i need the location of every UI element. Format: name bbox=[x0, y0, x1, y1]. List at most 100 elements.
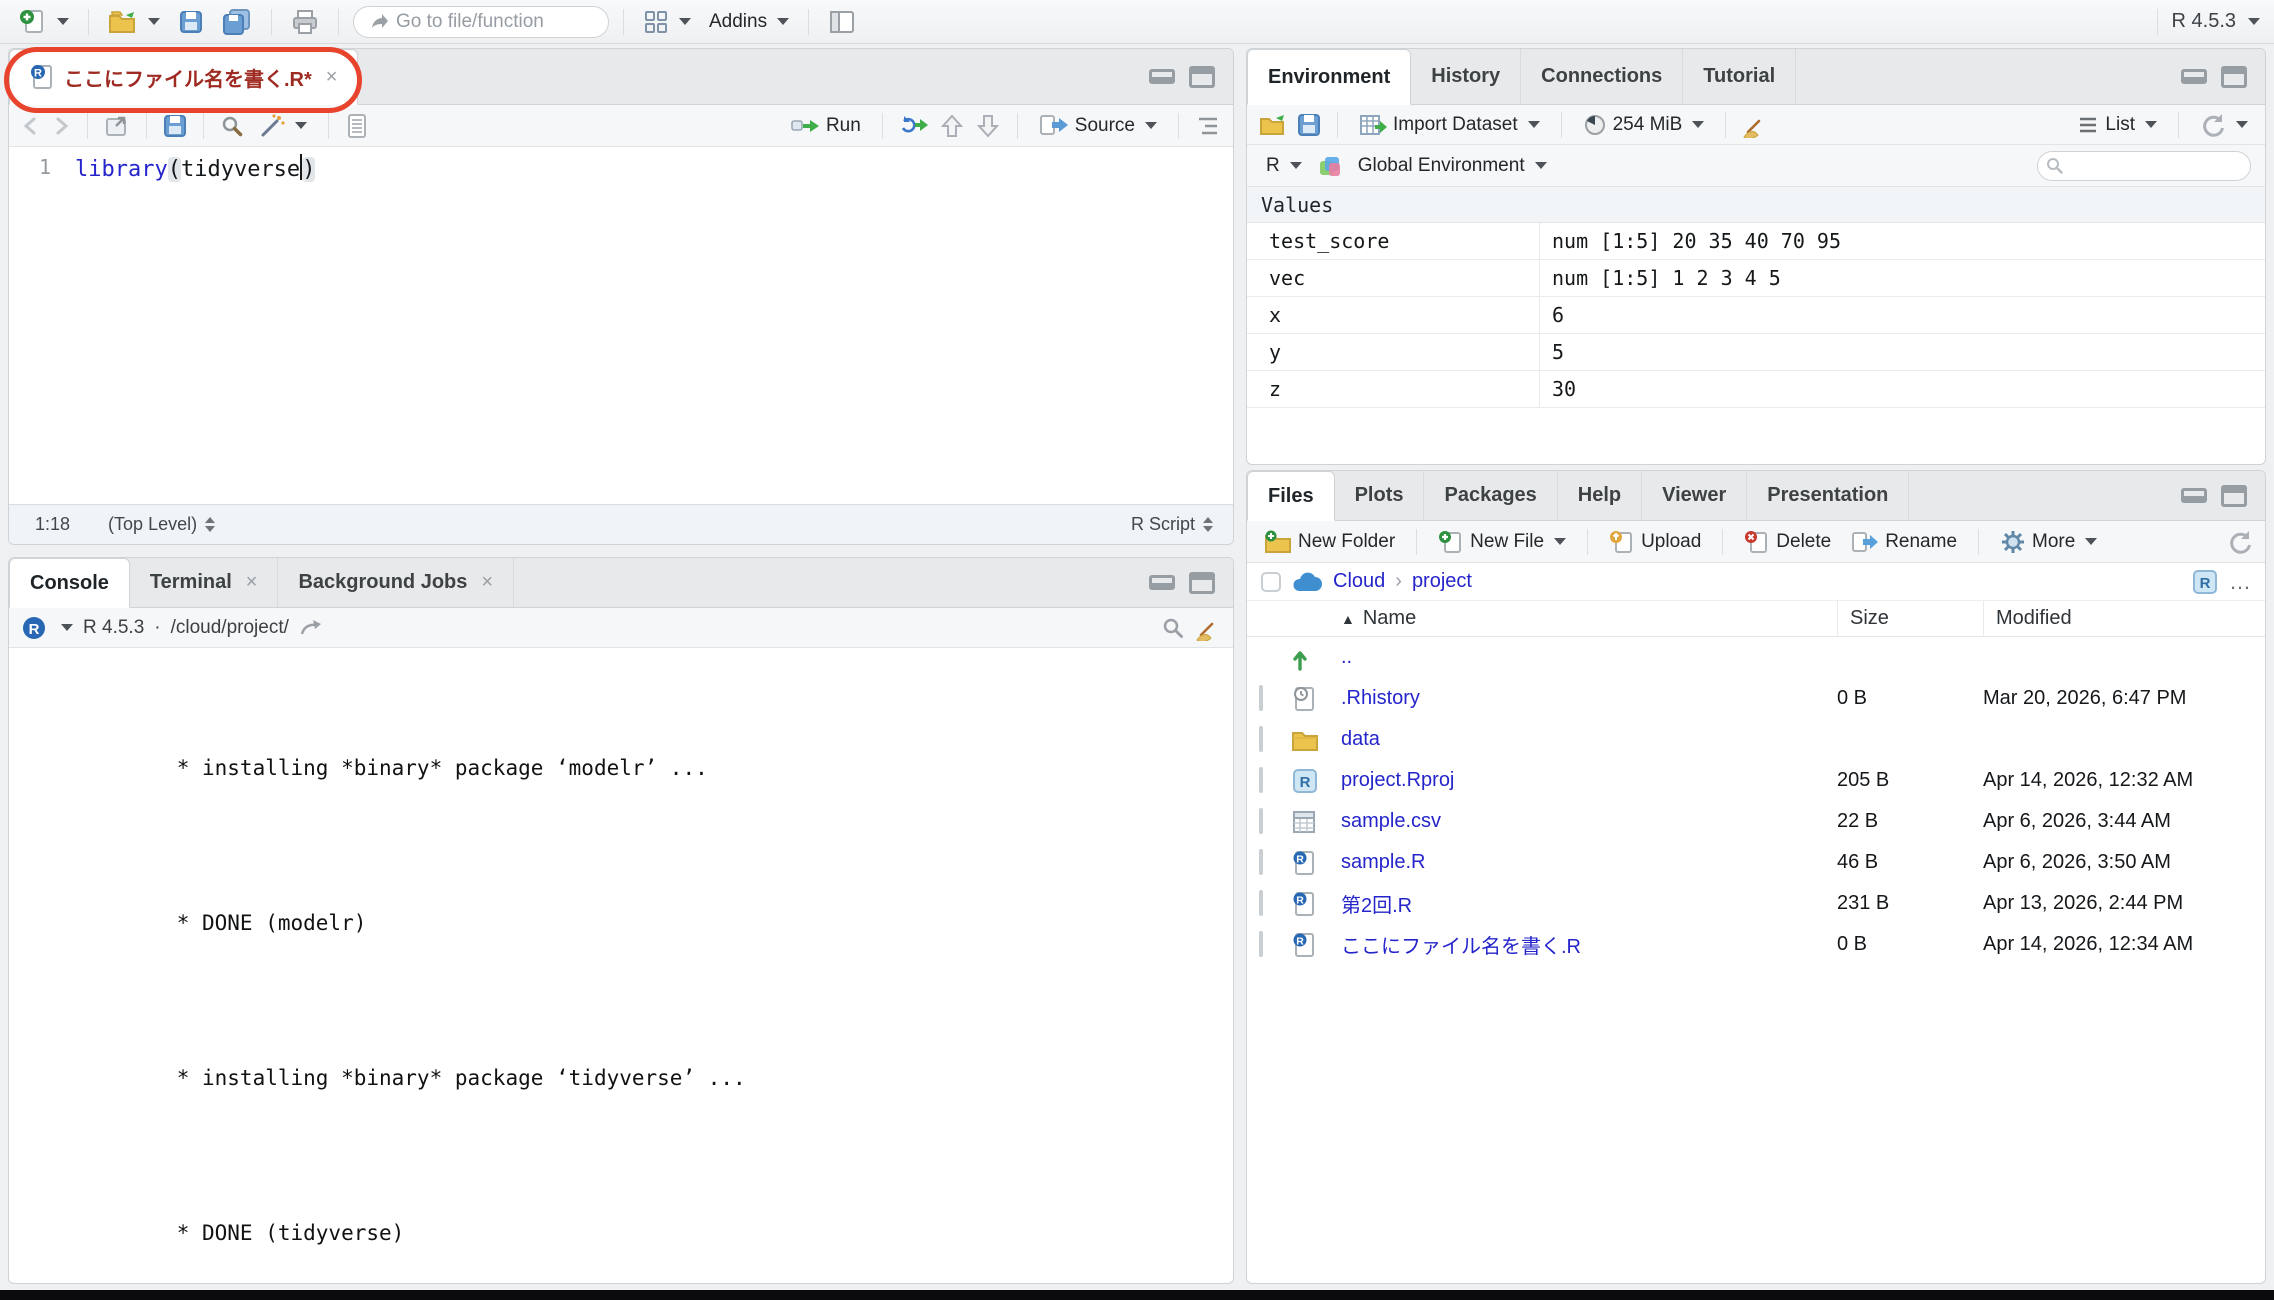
tab-plots[interactable]: Plots bbox=[1335, 471, 1425, 520]
goto-file-search[interactable] bbox=[353, 6, 609, 38]
console-output[interactable]: * installing *binary* package ‘modelr’ .… bbox=[9, 648, 1233, 1283]
tab-source-file[interactable]: R ここにファイル名を書く.R* × bbox=[9, 49, 358, 105]
file-name-link[interactable]: sample.R bbox=[1341, 851, 1837, 874]
import-dataset-button[interactable]: Import Dataset bbox=[1354, 110, 1545, 140]
new-folder-button[interactable]: New Folder bbox=[1259, 527, 1400, 557]
file-name-link[interactable]: .Rhistory bbox=[1341, 687, 1837, 710]
minimize-icon[interactable] bbox=[1149, 575, 1175, 590]
tab-environment[interactable]: Environment bbox=[1247, 49, 1411, 105]
load-workspace-icon[interactable] bbox=[1259, 113, 1287, 137]
maximize-icon[interactable] bbox=[2221, 485, 2247, 507]
environment-search-input[interactable] bbox=[2037, 151, 2251, 181]
file-checkbox[interactable] bbox=[1259, 890, 1263, 916]
tab-files[interactable]: Files bbox=[1247, 471, 1335, 521]
file-type-selector[interactable]: R Script bbox=[1131, 512, 1215, 537]
breadcrumb-current[interactable]: project bbox=[1412, 570, 1472, 593]
file-row[interactable]: R R ここにファイル名を書く.R 0 B Apr 14, 2026, 12:3… bbox=[1247, 924, 2265, 965]
file-checkbox[interactable] bbox=[1259, 849, 1263, 875]
more-button[interactable]: More bbox=[1995, 526, 2102, 558]
save-button[interactable] bbox=[173, 6, 209, 38]
search-icon[interactable] bbox=[220, 114, 244, 138]
tab-terminal[interactable]: Terminal× bbox=[130, 558, 279, 607]
list-view-button[interactable]: List bbox=[2072, 111, 2162, 139]
environment-row[interactable]: test_score num [1:5] 20 35 40 70 95 bbox=[1247, 223, 2265, 260]
save-all-button[interactable] bbox=[217, 5, 257, 39]
rerun-icon[interactable] bbox=[899, 113, 929, 139]
file-checkbox[interactable] bbox=[1259, 726, 1263, 752]
cursor-position[interactable]: 1:18 bbox=[35, 514, 70, 535]
source-button[interactable]: Source bbox=[1034, 110, 1162, 142]
rename-button[interactable]: Rename bbox=[1846, 527, 1962, 557]
pane-layout-button[interactable] bbox=[638, 6, 696, 38]
file-row[interactable]: R R .. bbox=[1247, 637, 2265, 678]
maximize-icon[interactable] bbox=[2221, 66, 2247, 88]
minimize-icon[interactable] bbox=[2181, 69, 2207, 84]
environment-search[interactable] bbox=[2037, 151, 2251, 181]
tab-viewer[interactable]: Viewer bbox=[1642, 471, 1747, 520]
print-button[interactable] bbox=[286, 6, 324, 38]
code-line[interactable]: library(tidyverse) bbox=[67, 147, 315, 504]
file-row[interactable]: R R sample.csv 22 B Apr 6, 2026, 3:44 AM bbox=[1247, 801, 2265, 842]
code-editor[interactable]: 1 library(tidyverse) bbox=[9, 147, 1233, 504]
goto-file-input[interactable] bbox=[396, 11, 586, 33]
column-size[interactable]: Size bbox=[1837, 601, 1983, 636]
environment-row[interactable]: x 6 bbox=[1247, 297, 2265, 334]
arrow-down-icon[interactable] bbox=[975, 113, 1001, 139]
chevron-down-icon[interactable] bbox=[61, 624, 73, 631]
maximize-icon[interactable] bbox=[1189, 66, 1215, 88]
tab-connections[interactable]: Connections bbox=[1521, 49, 1683, 104]
refresh-button[interactable] bbox=[2195, 109, 2253, 141]
columns-layout-button[interactable] bbox=[823, 6, 861, 38]
file-checkbox[interactable] bbox=[1259, 685, 1263, 711]
file-row[interactable]: R R data bbox=[1247, 719, 2265, 760]
minimize-icon[interactable] bbox=[1149, 69, 1175, 84]
save-icon[interactable] bbox=[163, 114, 187, 138]
more-options-ellipsis[interactable]: … bbox=[2229, 569, 2251, 595]
column-modified[interactable]: Modified bbox=[1983, 601, 2265, 636]
new-file-button[interactable]: New File bbox=[1433, 526, 1571, 558]
run-button[interactable]: Run bbox=[785, 111, 866, 141]
clear-environment-broom-icon[interactable] bbox=[1742, 112, 1768, 138]
file-name-link[interactable]: ここにファイル名を書く.R bbox=[1341, 930, 1837, 959]
document-outline-icon[interactable] bbox=[1195, 115, 1221, 137]
environment-row[interactable]: y 5 bbox=[1247, 334, 2265, 371]
file-row[interactable]: R R .Rhistory 0 B Mar 20, 2026, 6:47 PM bbox=[1247, 678, 2265, 719]
column-name[interactable]: ▲ Name bbox=[1247, 607, 1837, 630]
minimize-icon[interactable] bbox=[2181, 488, 2207, 503]
file-name-link[interactable]: sample.csv bbox=[1341, 810, 1837, 833]
open-in-window-icon[interactable] bbox=[104, 114, 130, 138]
file-name-link[interactable]: 第2回.R bbox=[1341, 889, 1837, 918]
environment-row[interactable]: vec num [1:5] 1 2 3 4 5 bbox=[1247, 260, 2265, 297]
file-row[interactable]: R R sample.R 46 B Apr 6, 2026, 3:50 AM bbox=[1247, 842, 2265, 883]
file-checkbox[interactable] bbox=[1259, 931, 1263, 957]
clear-console-broom-icon[interactable] bbox=[1195, 615, 1221, 641]
file-row[interactable]: R R project.Rproj 205 B Apr 14, 2026, 12… bbox=[1247, 760, 2265, 801]
tab-console[interactable]: Console bbox=[9, 558, 130, 608]
r-version-menu[interactable]: R 4.5.3 bbox=[2151, 9, 2260, 35]
addins-menu[interactable]: Addins bbox=[704, 8, 794, 36]
search-icon[interactable] bbox=[1161, 616, 1185, 640]
upload-button[interactable]: Upload bbox=[1604, 526, 1706, 558]
delete-button[interactable]: Delete bbox=[1739, 526, 1836, 558]
back-icon[interactable] bbox=[21, 115, 41, 137]
file-name-link[interactable]: project.Rproj bbox=[1341, 769, 1837, 792]
forward-icon[interactable] bbox=[51, 115, 71, 137]
file-checkbox[interactable] bbox=[1259, 767, 1263, 793]
close-icon[interactable]: × bbox=[481, 571, 493, 594]
tab-presentation[interactable]: Presentation bbox=[1747, 471, 1909, 520]
open-file-button[interactable] bbox=[103, 6, 165, 38]
file-name-link[interactable]: data bbox=[1341, 728, 1837, 751]
file-checkbox[interactable] bbox=[1259, 808, 1263, 834]
close-icon[interactable]: × bbox=[246, 571, 258, 594]
tab-help[interactable]: Help bbox=[1558, 471, 1642, 520]
arrow-up-icon[interactable] bbox=[939, 113, 965, 139]
language-selector[interactable]: R bbox=[1261, 152, 1307, 180]
scope-selector[interactable]: (Top Level) bbox=[108, 512, 217, 537]
compile-report-icon[interactable] bbox=[345, 113, 369, 139]
maximize-icon[interactable] bbox=[1189, 572, 1215, 594]
new-file-button[interactable] bbox=[14, 5, 74, 39]
memory-usage-button[interactable]: 254 MiB bbox=[1578, 110, 1710, 140]
r-project-icon[interactable]: R bbox=[2191, 567, 2219, 597]
save-workspace-icon[interactable] bbox=[1297, 113, 1321, 137]
environment-row[interactable]: z 30 bbox=[1247, 371, 2265, 408]
